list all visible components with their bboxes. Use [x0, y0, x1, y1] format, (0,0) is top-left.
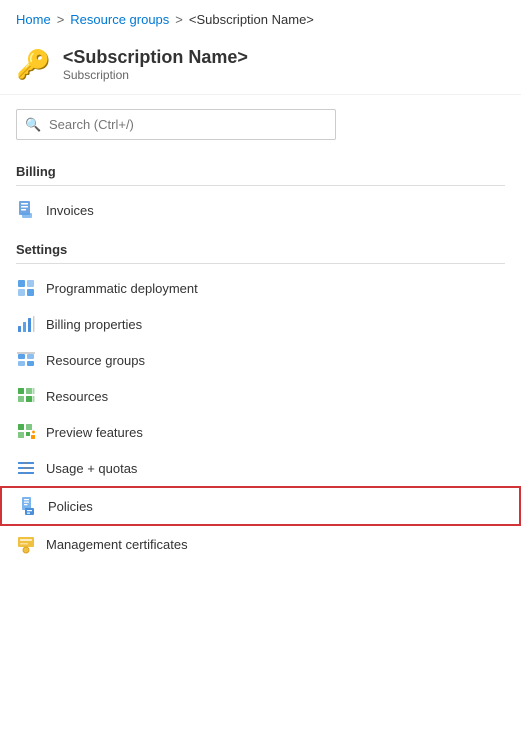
menu-item-label-management-certificates: Management certificates: [46, 537, 188, 552]
mgmtcert-icon: [16, 534, 36, 554]
section-divider-settings: [16, 263, 505, 264]
menu-sections: Billing Invoices Settings Programmatic de…: [0, 150, 521, 562]
breadcrumb-home[interactable]: Home: [16, 12, 51, 27]
menu-item-label-policies: Policies: [48, 499, 93, 514]
search-bar: 🔍: [16, 109, 505, 140]
search-input[interactable]: [16, 109, 336, 140]
menu-item-management-certificates[interactable]: Management certificates: [0, 526, 521, 562]
menu-item-label-resource-groups: Resource groups: [46, 353, 145, 368]
breadcrumb-resource-groups[interactable]: Resource groups: [70, 12, 169, 27]
menu-item-label-billing-properties: Billing properties: [46, 317, 142, 332]
section-divider-billing: [16, 185, 505, 186]
menu-item-usage-quotas[interactable]: Usage + quotas: [0, 450, 521, 486]
search-icon: 🔍: [25, 117, 41, 133]
menu-item-label-usage-quotas: Usage + quotas: [46, 461, 137, 476]
menu-item-label-programmatic-deployment: Programmatic deployment: [46, 281, 198, 296]
subscription-icon: 🔑: [16, 51, 51, 79]
breadcrumb-current: <Subscription Name>: [189, 12, 314, 27]
section-header-settings: Settings: [0, 228, 521, 261]
breadcrumb: Home > Resource groups > <Subscription N…: [0, 0, 521, 37]
menu-item-programmatic-deployment[interactable]: Programmatic deployment: [0, 270, 521, 306]
billing-icon: [16, 314, 36, 334]
resources-icon: [16, 386, 36, 406]
menu-item-preview-features[interactable]: Preview features: [0, 414, 521, 450]
menu-item-resources[interactable]: Resources: [0, 378, 521, 414]
menu-item-billing-properties[interactable]: Billing properties: [0, 306, 521, 342]
prog-icon: [16, 278, 36, 298]
header-text: <Subscription Name> Subscription: [63, 47, 248, 82]
menu-item-resource-groups[interactable]: Resource groups: [0, 342, 521, 378]
menu-item-label-resources: Resources: [46, 389, 108, 404]
usage-icon: [16, 458, 36, 478]
menu-item-invoices[interactable]: Invoices: [0, 192, 521, 228]
invoices-icon: [16, 200, 36, 220]
preview-icon: [16, 422, 36, 442]
page-title: <Subscription Name>: [63, 47, 248, 68]
menu-item-label-invoices: Invoices: [46, 203, 94, 218]
resgroup-icon: [16, 350, 36, 370]
breadcrumb-sep1: >: [57, 12, 65, 27]
menu-item-label-preview-features: Preview features: [46, 425, 143, 440]
menu-item-policies[interactable]: Policies: [0, 486, 521, 526]
breadcrumb-sep2: >: [175, 12, 183, 27]
section-header-billing: Billing: [0, 150, 521, 183]
page-subtitle: Subscription: [63, 68, 248, 82]
search-wrap: 🔍: [16, 109, 336, 140]
page-header: 🔑 <Subscription Name> Subscription: [0, 37, 521, 95]
policies-icon: [18, 496, 38, 516]
